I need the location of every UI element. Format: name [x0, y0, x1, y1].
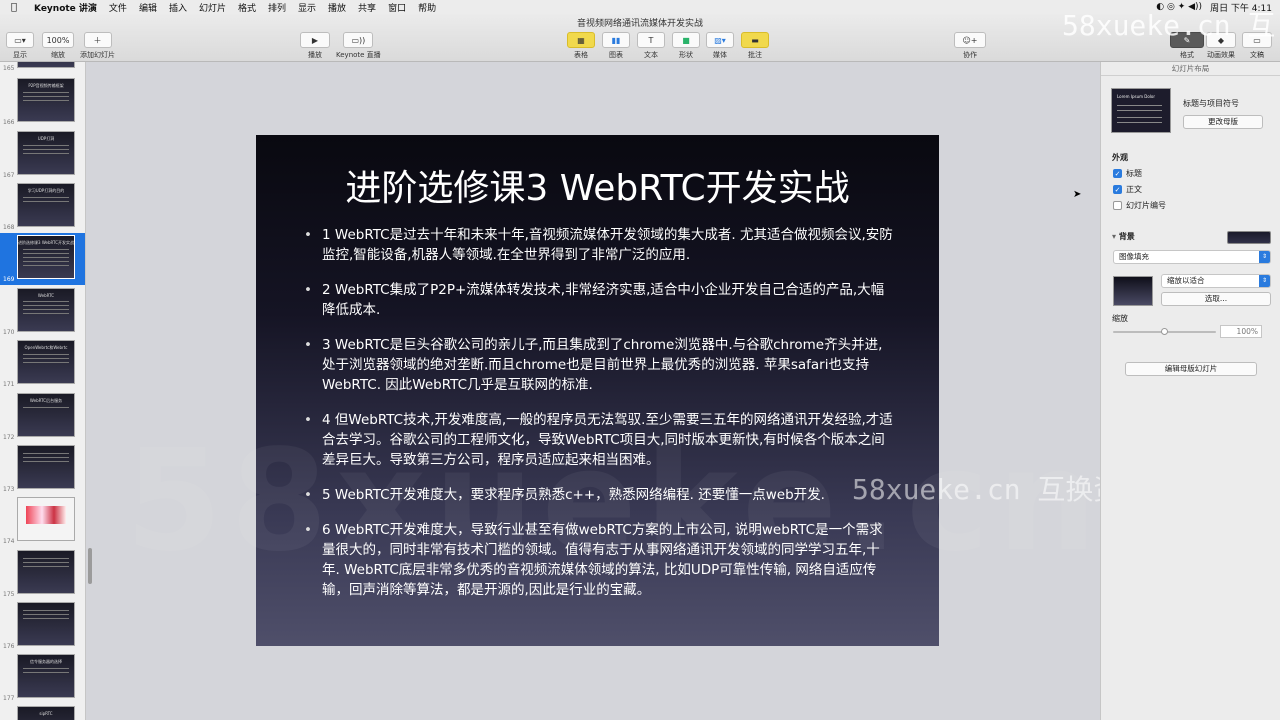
shape-icon: ■ — [672, 32, 700, 48]
disclosure-triangle-icon: ▾ — [1112, 232, 1119, 241]
scale-label: 缩放 — [1112, 314, 1128, 323]
zoom-button[interactable]: 100% 缩放 — [42, 32, 74, 60]
shape-button[interactable]: ■ 形状 — [672, 32, 700, 60]
chart-button[interactable]: ▮▮ 图表 — [602, 32, 630, 60]
bullet-item: 2 WebRTC集成了P2P+流媒体转发技术,非常经济实惠,适合中小企业开发自己… — [304, 280, 894, 320]
updown-arrow-icon: ⇕ — [1259, 275, 1270, 287]
slide-thumbnail[interactable]: WebRTC 170 — [0, 286, 85, 338]
slide-thumbnail[interactable]: OpenWebrtc和Webrtc 171 — [0, 338, 85, 390]
menu-edit[interactable]: 编辑 — [133, 1, 163, 14]
fill-type-select[interactable]: 图像填充 ⇕ — [1113, 250, 1271, 264]
slide-thumbnail[interactable]: 174 — [0, 495, 85, 547]
menu-share[interactable]: 共享 — [352, 1, 382, 14]
background-color-well[interactable] — [1227, 231, 1271, 244]
play-button[interactable]: ▶ 播放 — [300, 32, 330, 60]
navigator-scrollbar[interactable] — [88, 548, 92, 584]
table-icon: ▦ — [567, 32, 595, 48]
checkmark-icon: ✓ — [1113, 169, 1122, 178]
layout-name: 标题与项目符号 — [1183, 99, 1239, 108]
edit-master-slide-button[interactable]: 编辑母版幻灯片 — [1125, 362, 1257, 376]
menu-slide[interactable]: 幻灯片 — [193, 1, 232, 14]
comment-icon: ▬ — [741, 32, 769, 48]
collaborate-button[interactable]: ☺+ 协作 — [954, 32, 986, 60]
slide-thumbnail[interactable]: sipRTC 178 — [0, 704, 85, 720]
slide-thumbnail[interactable]: 165 — [0, 62, 85, 74]
add-slide-button[interactable]: ＋ 添加幻灯片 — [80, 32, 115, 60]
menu-file[interactable]: 文件 — [103, 1, 133, 14]
slide-title[interactable]: 进阶选修课3 WebRTC开发实战 — [256, 159, 939, 211]
menu-play[interactable]: 播放 — [322, 1, 352, 14]
format-inspector: 幻灯片布局 Lorem Ipsum Dolor 标题与项目符号 更改母版 外观 … — [1100, 62, 1280, 720]
keynote-live-button[interactable]: ▭)) Keynote 直播 — [336, 32, 381, 60]
plus-icon: ＋ — [83, 32, 112, 48]
slider-knob[interactable] — [1161, 328, 1168, 335]
menu-help[interactable]: 帮助 — [412, 1, 442, 14]
chart-icon: ▮▮ — [602, 32, 630, 48]
menu-app[interactable]: Keynote 讲演 — [28, 1, 103, 14]
menu-insert[interactable]: 插入 — [163, 1, 193, 14]
slide-number-checkbox[interactable]: 幻灯片编号 — [1113, 200, 1166, 211]
mouse-pointer-icon: ➤ — [1073, 189, 1082, 200]
slide-thumbnail[interactable]: UDP打洞 167 — [0, 129, 85, 181]
slide-thumbnail[interactable]: 信令服务器的选择 177 — [0, 652, 85, 704]
table-button[interactable]: ▦ 表格 — [567, 32, 595, 60]
slide-canvas: 进阶选修课3 WebRTC开发实战 1 WebRTC是过去十年和未来十年,音视频… — [96, 62, 1100, 720]
slide-thumbnail[interactable]: 173 — [0, 443, 85, 495]
change-master-button[interactable]: 更改母版 — [1183, 115, 1263, 129]
slide-thumbnail[interactable]: 176 — [0, 600, 85, 652]
updown-arrow-icon: ⇕ — [1259, 251, 1270, 263]
slide-thumbnail[interactable]: WebRTC后台服务 172 — [0, 391, 85, 443]
scale-mode-select[interactable]: 缩放以适合 ⇕ — [1161, 274, 1271, 288]
media-icon: ▨▾ — [706, 32, 734, 48]
menu-format[interactable]: 格式 — [232, 1, 262, 14]
menu-view[interactable]: 显示 — [292, 1, 322, 14]
comment-button[interactable]: ▬ 批注 — [741, 32, 769, 60]
slide-image — [26, 506, 66, 524]
collaborate-icon: ☺+ — [954, 32, 986, 48]
keynote-live-icon: ▭)) — [343, 32, 374, 48]
title-checkbox[interactable]: ✓ 标题 — [1113, 168, 1142, 179]
appearance-heading: 外观 — [1112, 153, 1128, 162]
media-button[interactable]: ▨▾ 媒体 — [706, 32, 734, 60]
background-heading[interactable]: ▾ 背景 — [1112, 231, 1135, 242]
bullet-item: 1 WebRTC是过去十年和未来十年,音视频流媒体开发领域的集大成者. 尤其适合… — [304, 225, 894, 265]
sidebar-icon: ▭▾ — [6, 32, 34, 48]
apple-menu-icon[interactable]:  — [0, 2, 28, 13]
play-icon: ▶ — [300, 32, 330, 48]
slide-thumbnail[interactable]: 175 — [0, 548, 85, 600]
text-button[interactable]: T 文本 — [637, 32, 665, 60]
slide-thumbnail[interactable]: P2P音视频传输框架 166 — [0, 76, 85, 128]
menu-window[interactable]: 窗口 — [382, 1, 412, 14]
checkmark-icon: ✓ — [1113, 185, 1122, 194]
slide-thumbnail[interactable]: 学习UDP打洞的目的 168 — [0, 181, 85, 233]
bullet-item: 3 WebRTC是巨头谷歌公司的亲儿子,而且集成到了chrome浏览器中.与谷歌… — [304, 335, 894, 395]
watermark-corner: 58xueke.cn 互 — [1062, 9, 1276, 42]
slide-thumbnail-selected[interactable]: 进阶选修课3 WebRTC开发实战 169 — [0, 233, 85, 285]
layout-thumbnail[interactable]: Lorem Ipsum Dolor — [1111, 88, 1171, 133]
slide-navigator[interactable]: 165 P2P音视频传输框架 166 UDP打洞 167 学习UDP打洞的目的 … — [0, 62, 86, 720]
inspector-header: 幻灯片布局 — [1101, 62, 1280, 76]
background-image-well[interactable] — [1113, 276, 1153, 306]
scale-percent-field[interactable]: 100% — [1220, 325, 1262, 338]
scale-slider[interactable] — [1113, 328, 1216, 335]
view-button[interactable]: ▭▾ 显示 — [6, 32, 34, 60]
text-icon: T — [637, 32, 665, 48]
body-checkbox[interactable]: ✓ 正文 — [1113, 184, 1142, 195]
menu-arrange[interactable]: 排列 — [262, 1, 292, 14]
choose-image-button[interactable]: 选取... — [1161, 292, 1271, 306]
